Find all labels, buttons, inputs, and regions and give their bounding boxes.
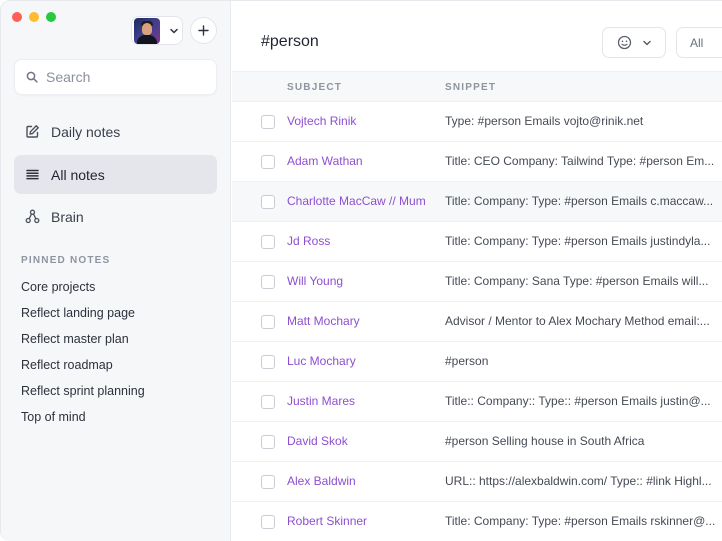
pinned-note-link[interactable]: Top of mind [21, 410, 86, 424]
table-row[interactable]: Charlotte MacCaw // Mum Title: Company: … [232, 182, 722, 222]
table-row[interactable]: David Skok #person Selling house in Sout… [232, 422, 722, 462]
nav-all-notes[interactable]: All notes [14, 155, 217, 194]
list-icon [26, 169, 39, 180]
sidebar: Daily notes All notes Brain PINNED NOTES… [1, 1, 231, 541]
pinned-notes-heading: PINNED NOTES [21, 255, 111, 266]
row-subject[interactable]: Adam Wathan [287, 154, 435, 168]
emoji-picker-button[interactable] [602, 27, 666, 58]
search-icon [26, 71, 38, 83]
column-header-snippet[interactable]: SNIPPET [445, 82, 496, 93]
avatar [134, 17, 160, 44]
table-header: SUBJECT SNIPPET [232, 71, 722, 102]
table-row[interactable]: Vojtech Rinik Type: #person Emails vojto… [232, 102, 722, 142]
new-note-button[interactable] [190, 17, 217, 44]
row-subject[interactable]: Justin Mares [287, 394, 435, 408]
row-subject[interactable]: Jd Ross [287, 234, 435, 248]
row-checkbox[interactable] [261, 275, 275, 289]
pinned-note-link[interactable]: Reflect landing page [21, 306, 135, 320]
filter-all-button[interactable]: All [676, 27, 722, 58]
nav-label: Daily notes [51, 123, 121, 140]
window-controls [12, 12, 56, 22]
chevron-down-icon [642, 40, 651, 45]
row-checkbox[interactable] [261, 355, 275, 369]
row-snippet: Advisor / Mentor to Alex Mochary Method … [445, 314, 710, 328]
edit-icon [26, 125, 39, 138]
app-window: Daily notes All notes Brain PINNED NOTES… [0, 0, 722, 541]
maximize-window-button[interactable] [46, 12, 56, 22]
row-snippet: Title: Company: Type: #person Emails c.m… [445, 194, 714, 208]
row-subject[interactable]: Vojtech Rinik [287, 114, 435, 128]
pinned-note-link[interactable]: Core projects [21, 280, 95, 294]
row-subject[interactable]: David Skok [287, 434, 435, 448]
row-subject[interactable]: Matt Mochary [287, 314, 435, 328]
table-row[interactable]: Jd Ross Title: Company: Type: #person Em… [232, 222, 722, 262]
table-row[interactable]: Adam Wathan Title: CEO Company: Tailwind… [232, 142, 722, 182]
row-snippet: Title: Company: Type: #person Emails rsk… [445, 514, 716, 528]
table-row[interactable]: Justin Mares Title:: Company:: Type:: #p… [232, 382, 722, 422]
nav-daily-notes[interactable]: Daily notes [14, 112, 217, 151]
chevron-down-icon [170, 28, 178, 33]
pinned-note-link[interactable]: Reflect sprint planning [21, 384, 145, 398]
row-subject[interactable]: Robert Skinner [287, 514, 435, 528]
search-input[interactable] [46, 69, 206, 85]
row-snippet: URL:: https://alexbaldwin.com/ Type:: #l… [445, 474, 712, 488]
row-subject[interactable]: Will Young [287, 274, 435, 288]
row-subject[interactable]: Charlotte MacCaw // Mum [287, 194, 435, 208]
close-window-button[interactable] [12, 12, 22, 22]
nav-label: Brain [51, 208, 84, 225]
pinned-note-link[interactable]: Reflect roadmap [21, 358, 113, 372]
row-checkbox[interactable] [261, 115, 275, 129]
row-snippet: Title:: Company:: Type:: #person Emails … [445, 394, 711, 408]
smiley-icon [617, 35, 631, 50]
nav-brain[interactable]: Brain [14, 197, 217, 236]
row-checkbox[interactable] [261, 395, 275, 409]
table-row[interactable]: Matt Mochary Advisor / Mentor to Alex Mo… [232, 302, 722, 342]
pinned-note-link[interactable]: Reflect master plan [21, 332, 129, 346]
row-checkbox[interactable] [261, 235, 275, 249]
account-switcher[interactable] [131, 16, 183, 45]
graph-icon [25, 209, 40, 224]
row-snippet: Title: Company: Type: #person Emails jus… [445, 234, 711, 248]
row-checkbox[interactable] [261, 195, 275, 209]
table-row[interactable]: Will Young Title: Company: Sana Type: #p… [232, 262, 722, 302]
table-row[interactable]: Luc Mochary #person [232, 342, 722, 382]
minimize-window-button[interactable] [29, 12, 39, 22]
row-checkbox[interactable] [261, 475, 275, 489]
row-checkbox[interactable] [261, 435, 275, 449]
table-row[interactable]: Alex Baldwin URL:: https://alexbaldwin.c… [232, 462, 722, 502]
row-checkbox[interactable] [261, 155, 275, 169]
column-header-subject[interactable]: SUBJECT [287, 82, 342, 93]
table-row[interactable]: Robert Skinner Title: Company: Type: #pe… [232, 502, 722, 541]
row-subject[interactable]: Alex Baldwin [287, 474, 435, 488]
row-checkbox[interactable] [261, 515, 275, 529]
row-snippet: Type: #person Emails vojto@rinik.net [445, 114, 644, 128]
page-title: #person [261, 33, 319, 50]
row-snippet: #person Selling house in South Africa [445, 434, 645, 448]
search-box[interactable] [14, 59, 217, 95]
row-snippet: #person [445, 354, 489, 368]
row-subject[interactable]: Luc Mochary [287, 354, 435, 368]
row-snippet: Title: Company: Sana Type: #person Email… [445, 274, 709, 288]
row-snippet: Title: CEO Company: Tailwind Type: #pers… [445, 154, 715, 168]
row-checkbox[interactable] [261, 315, 275, 329]
nav-label: All notes [51, 166, 105, 183]
plus-icon [198, 25, 209, 36]
main-panel: #person All SUBJECT SNIPPET Vojtech Rini… [232, 1, 722, 541]
